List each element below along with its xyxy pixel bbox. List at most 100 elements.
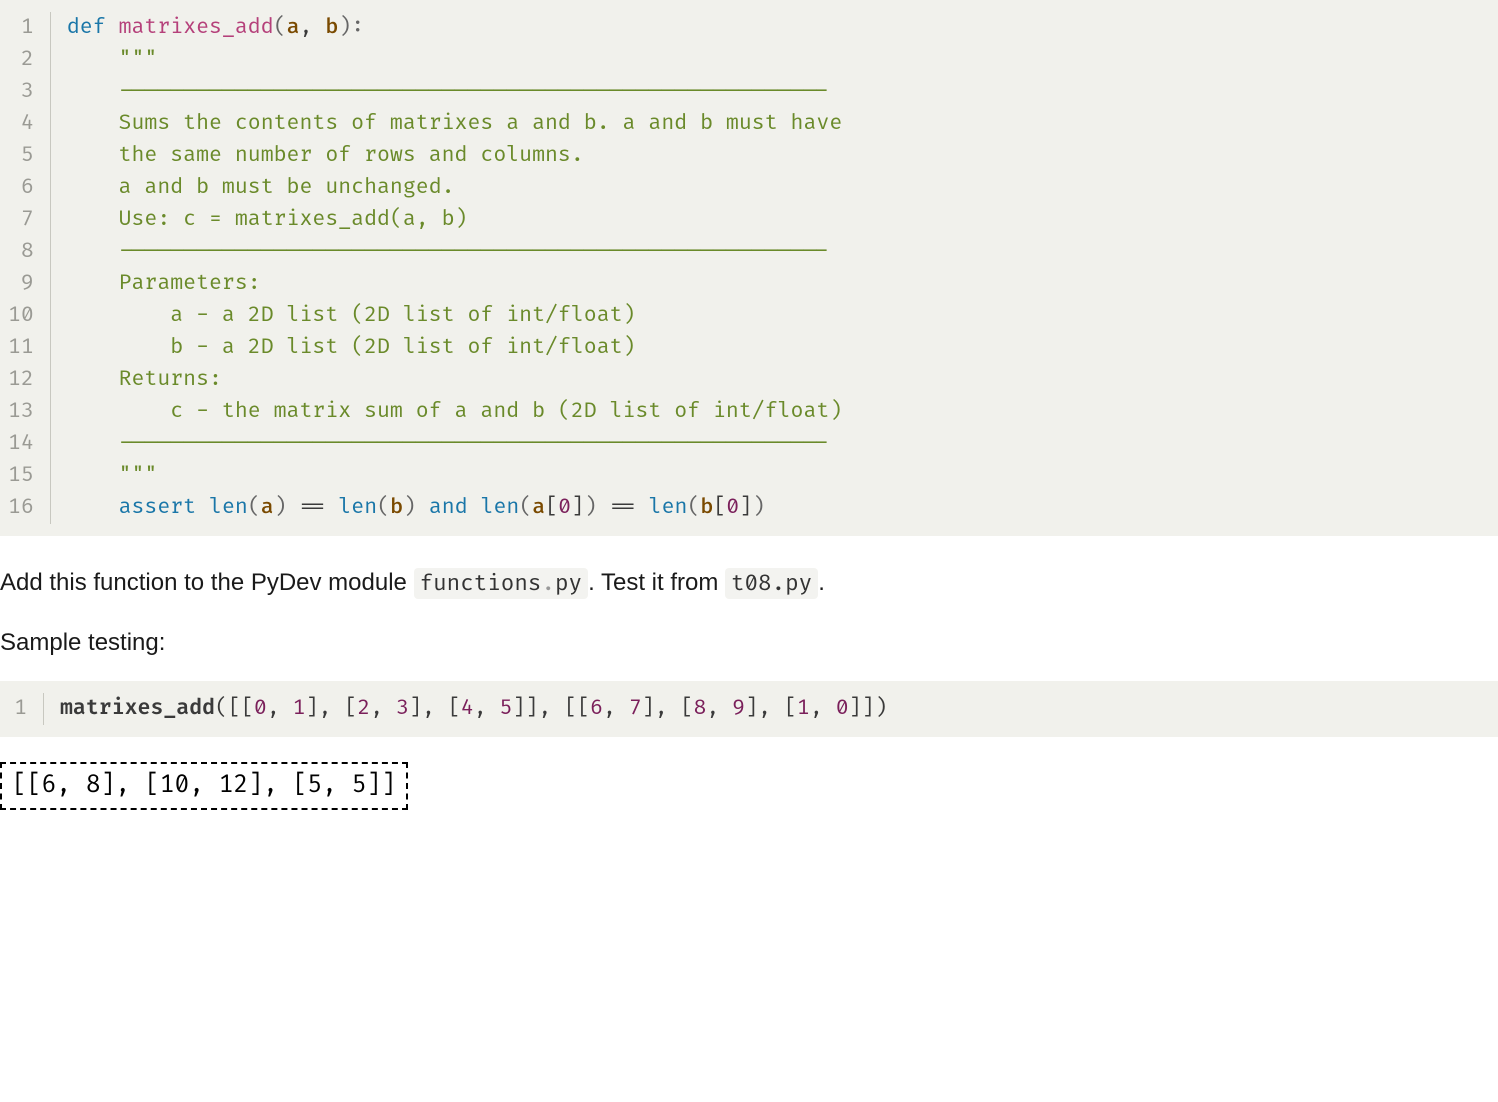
builtin-len: len	[209, 495, 248, 520]
docstring-line: a and b must be unchanged.	[67, 175, 455, 200]
num: 2	[357, 696, 370, 721]
num: 5	[500, 696, 513, 721]
line-num: 12	[8, 364, 34, 396]
num: 3	[396, 696, 409, 721]
num: 4	[461, 696, 474, 721]
docstring-line: b - a 2D list (2D list of int/float)	[67, 335, 636, 360]
docstring-line: Sums the contents of matrixes a and b. a…	[67, 111, 842, 136]
sample-testing-label: Sample testing:	[0, 625, 1498, 661]
inline-code-functions: functions.py	[414, 568, 588, 599]
builtin-len: len	[649, 495, 688, 520]
bracket: [	[545, 495, 558, 520]
code-content: def matrixes_add(a, b): """ ------------…	[51, 12, 1498, 524]
op-eq: ==	[597, 495, 649, 520]
paren: )	[752, 495, 765, 520]
instruction-post: .	[818, 569, 825, 596]
num: 1	[797, 696, 810, 721]
paren-close: ):	[338, 15, 364, 40]
num-zero: 0	[726, 495, 739, 520]
keyword-and: and	[416, 495, 481, 520]
line-num: 4	[8, 108, 34, 140]
num: 6	[590, 696, 603, 721]
num: 1	[293, 696, 306, 721]
comma: ,	[706, 696, 732, 721]
var-b: b	[700, 495, 713, 520]
paren: )	[403, 495, 416, 520]
mod-ext: py	[555, 570, 582, 597]
output-result: [[6, 8], [10, 12], [5, 5]]	[0, 762, 408, 810]
line-num: 11	[8, 332, 34, 364]
bracket: ]	[739, 495, 752, 520]
line-num: 6	[8, 172, 34, 204]
bracket: ]], [[	[512, 696, 590, 721]
code-content-2: matrixes_add([[0, 1], [2, 3], [4, 5]], […	[44, 693, 1498, 725]
bracket: ], [	[306, 696, 358, 721]
line-num: 2	[8, 44, 34, 76]
line-gutter: 1 2 3 4 5 6 7 8 9 10 11 12 13 14 15 16	[0, 12, 51, 524]
mod-name: functions	[420, 570, 542, 597]
comma: ,	[603, 696, 629, 721]
docstring-line: Parameters:	[67, 271, 261, 296]
line-num: 14	[8, 428, 34, 460]
docstring-line: ----------------------------------------…	[67, 431, 829, 456]
num: 0	[254, 696, 267, 721]
op-eq: ==	[287, 495, 339, 520]
num: 7	[629, 696, 642, 721]
instruction-mid: . Test it from	[588, 569, 725, 596]
docstring-line: ----------------------------------------…	[67, 79, 829, 104]
docstring-line: c - the matrix sum of a and b (2D list o…	[67, 399, 842, 424]
instruction-text: Add this function to the PyDev module fu…	[0, 566, 1498, 600]
inline-code-t08: t08.py	[725, 568, 818, 599]
paren: (	[377, 495, 390, 520]
docstring-line: a - a 2D list (2D list of int/float)	[67, 303, 636, 328]
num: 8	[693, 696, 706, 721]
num: 0	[836, 696, 849, 721]
code-block-1: 1 2 3 4 5 6 7 8 9 10 11 12 13 14 15 16 d…	[0, 0, 1498, 536]
bracket: ], [	[409, 696, 461, 721]
instruction-pre: Add this function to the PyDev module	[0, 569, 414, 596]
keyword-def: def	[67, 15, 106, 40]
line-num: 8	[8, 236, 34, 268]
bracket: [[	[228, 696, 254, 721]
line-num: 1	[8, 12, 34, 44]
line-num: 13	[8, 396, 34, 428]
num-zero: 0	[558, 495, 571, 520]
line-num: 16	[8, 492, 34, 524]
var-a: a	[261, 495, 274, 520]
paren: )	[584, 495, 597, 520]
docstring-line: Returns:	[67, 367, 222, 392]
keyword-assert: assert	[119, 495, 197, 520]
param-a: a	[287, 15, 300, 40]
bracket: [	[713, 495, 726, 520]
paren: )	[274, 495, 287, 520]
docstring-line: the same number of rows and columns.	[67, 143, 584, 168]
line-num: 1	[8, 693, 27, 725]
comma: ,	[474, 696, 500, 721]
docstring-line: ----------------------------------------…	[67, 239, 829, 264]
comma: ,	[300, 15, 326, 40]
var-b: b	[390, 495, 403, 520]
fn-call: matrixes_add	[60, 696, 215, 721]
num: 9	[732, 696, 745, 721]
function-name: matrixes_add	[119, 15, 274, 40]
line-num: 7	[8, 204, 34, 236]
dot: .	[541, 570, 555, 597]
line-num: 5	[8, 140, 34, 172]
line-num: 9	[8, 268, 34, 300]
builtin-len: len	[481, 495, 520, 520]
paren: (	[519, 495, 532, 520]
line-gutter-2: 1	[0, 693, 44, 725]
comma: ,	[370, 696, 396, 721]
docstring-open: """	[67, 47, 157, 72]
comma: ,	[810, 696, 836, 721]
paren: (	[687, 495, 700, 520]
docstring-line: Use: c = matrixes_add(a, b)	[67, 207, 468, 232]
bracket: ], [	[745, 696, 797, 721]
paren: (	[274, 15, 287, 40]
line-num: 10	[8, 300, 34, 332]
docstring-close: """	[67, 463, 157, 488]
var-a: a	[532, 495, 545, 520]
paren: (	[215, 696, 228, 721]
builtin-len: len	[338, 495, 377, 520]
comma: ,	[267, 696, 293, 721]
